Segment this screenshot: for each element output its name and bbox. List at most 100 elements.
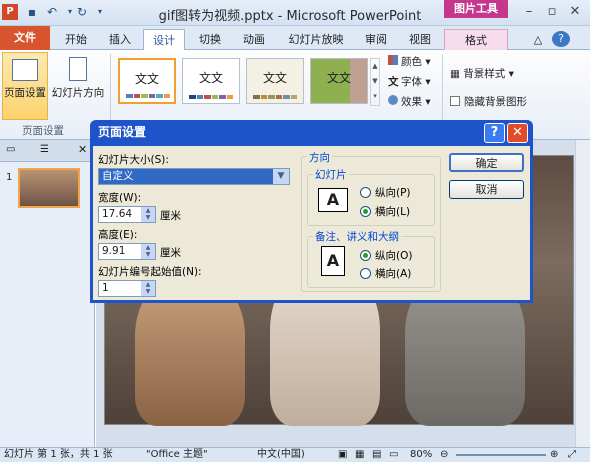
slide-portrait-radio[interactable] xyxy=(360,187,371,198)
zoom-level[interactable]: 80% xyxy=(410,448,432,462)
fit-window-icon[interactable]: ⤢ xyxy=(568,448,576,462)
height-input[interactable]: 9.91 ▲ ▼ xyxy=(98,243,156,260)
start-number-spinner-icon[interactable]: ▲ ▼ xyxy=(141,281,155,296)
tab-slideshow[interactable]: 幻灯片放映 xyxy=(280,29,352,50)
slide-landscape-label: 横向(L) xyxy=(375,206,411,218)
zoom-out-icon[interactable]: ⊖ xyxy=(440,448,448,462)
ribbon-collapse-icon[interactable]: △ xyxy=(530,29,546,50)
theme-label: 文文 xyxy=(198,71,223,85)
sorter-view-icon[interactable]: ▦ xyxy=(355,448,364,462)
landscape-page-icon: A xyxy=(318,188,348,212)
zoom-slider[interactable] xyxy=(456,454,546,456)
hide-background-checkbox[interactable]: 隐藏背景图形 xyxy=(450,94,527,109)
portrait-page-icon: A xyxy=(321,246,345,276)
effects-button[interactable]: 效果 ▾ xyxy=(388,94,431,109)
background-styles-icon: ▦ xyxy=(450,68,464,80)
status-bar: 幻灯片 第 1 张，共 1 张 "Office 主题" 中文(中国) ▣ ▦ ▤… xyxy=(0,447,590,462)
orientation-title: 方向 xyxy=(307,150,332,165)
customize-qat-icon[interactable]: ▾ xyxy=(92,4,108,20)
save-icon[interactable]: ▪ xyxy=(24,4,40,20)
outline-tab-icon[interactable]: ☰ xyxy=(40,144,49,155)
slide-orientation-button[interactable]: 幻灯片方向 xyxy=(50,52,106,120)
picture-tools-context-label: 图片工具 xyxy=(444,0,508,18)
restore-icon[interactable]: ▫ xyxy=(543,3,561,21)
notes-group-title: 备注、讲义和大纲 xyxy=(313,229,401,244)
ribbon-tabs: 文件 开始 插入 设计 切换 动画 幻灯片放映 审阅 视图 格式 △ ? xyxy=(0,26,590,50)
height-value: 9.91 xyxy=(102,245,126,257)
tab-format[interactable]: 格式 xyxy=(444,29,508,50)
theme-office[interactable]: 文文 xyxy=(118,58,176,104)
colors-label: 颜色 xyxy=(401,56,422,68)
tab-insert[interactable]: 插入 xyxy=(100,29,140,50)
ok-button[interactable]: 确定 xyxy=(449,153,524,172)
powerpoint-logo-icon: P xyxy=(2,4,18,20)
colors-button[interactable]: 颜色 ▾ xyxy=(388,54,431,69)
background-styles-label: 背景样式 xyxy=(463,68,506,80)
minimize-icon[interactable]: – xyxy=(520,3,538,21)
slide-group-title: 幻灯片 xyxy=(313,167,349,182)
reading-view-icon[interactable]: ▤ xyxy=(372,448,381,462)
redo-icon[interactable]: ↻ xyxy=(74,4,90,20)
undo-icon[interactable]: ↶ xyxy=(44,4,60,20)
height-spinner-icon[interactable]: ▲ ▼ xyxy=(141,244,155,259)
notes-landscape-label: 横向(A) xyxy=(375,268,412,280)
start-number-input[interactable]: 1 ▲ ▼ xyxy=(98,280,156,297)
window-title: gif图转为视频.pptx - Microsoft PowerPoint xyxy=(158,9,422,24)
slides-tab-icon[interactable]: ▭ xyxy=(6,144,15,155)
dialog-body: 幻灯片大小(S): 自定义 ▼ 宽度(W): 17.64 ▲ ▼ 厘米 高度(E)… xyxy=(93,146,530,300)
tab-design[interactable]: 设计 xyxy=(143,29,185,50)
zoom-in-icon[interactable]: ⊕ xyxy=(550,448,558,462)
language-status: 中文(中国) xyxy=(257,449,305,460)
close-window-icon[interactable]: ✕ xyxy=(566,3,584,21)
tab-view[interactable]: 视图 xyxy=(400,29,440,50)
tab-transitions[interactable]: 切换 xyxy=(190,29,230,50)
theme-label: 文文 xyxy=(134,72,159,86)
fonts-button[interactable]: 文字体 ▾ xyxy=(388,74,431,89)
fonts-icon: 文 xyxy=(388,76,399,88)
tab-file[interactable]: 文件 xyxy=(0,26,50,50)
dialog-help-icon[interactable]: ? xyxy=(484,123,505,143)
dialog-close-icon[interactable]: ✕ xyxy=(507,123,528,143)
effects-label: 效果 xyxy=(401,96,422,108)
checkbox-icon xyxy=(450,96,460,106)
slide-orientation-label: 幻灯片方向 xyxy=(51,87,105,99)
slide-number: 1 xyxy=(6,172,13,183)
cancel-button[interactable]: 取消 xyxy=(449,180,524,199)
height-unit: 厘米 xyxy=(160,247,181,259)
page-setup-icon xyxy=(12,59,38,81)
page-setup-dialog: 页面设置 ? ✕ 幻灯片大小(S): 自定义 ▼ 宽度(W): 17.64 ▲ ▼… xyxy=(90,120,533,303)
tab-review[interactable]: 审阅 xyxy=(356,29,396,50)
theme-4[interactable]: 文文 xyxy=(310,58,368,104)
theme-2[interactable]: 文文 xyxy=(182,58,240,104)
slide-landscape-radio[interactable] xyxy=(360,206,371,217)
theme-label: 文文 xyxy=(262,71,287,85)
notes-portrait-label: 纵向(O) xyxy=(375,250,413,262)
tab-home[interactable]: 开始 xyxy=(56,29,96,50)
theme-label: 文文 xyxy=(326,71,351,85)
theme-3[interactable]: 文文 xyxy=(246,58,304,104)
notes-landscape-radio[interactable] xyxy=(360,268,371,279)
slide-thumbnail[interactable] xyxy=(18,168,80,208)
width-input[interactable]: 17.64 ▲ ▼ xyxy=(98,206,156,223)
chevron-down-icon[interactable]: ▼ xyxy=(273,169,289,184)
start-number-value: 1 xyxy=(102,282,109,294)
tab-animations[interactable]: 动画 xyxy=(234,29,274,50)
height-label: 高度(E): xyxy=(98,229,138,241)
title-bar: P ▪ ↶ ▾ ↻ ▾ gif图转为视频.pptx - Microsoft Po… xyxy=(0,0,590,26)
theme-scroll-icon[interactable]: ▲ ▼ ▾ xyxy=(370,58,380,106)
notes-portrait-radio[interactable] xyxy=(360,250,371,261)
width-value: 17.64 xyxy=(102,208,133,220)
slide-orientation-icon xyxy=(69,57,87,81)
page-setup-button[interactable]: 页面设置 xyxy=(2,52,48,120)
slides-pane: ▭ ☰ ✕ 1 xyxy=(0,140,95,448)
page-setup-label: 页面设置 xyxy=(4,87,46,99)
slide-size-select[interactable]: 自定义 ▼ xyxy=(98,168,290,185)
width-spinner-icon[interactable]: ▲ ▼ xyxy=(141,207,155,222)
normal-view-icon[interactable]: ▣ xyxy=(338,448,347,462)
background-styles-button[interactable]: ▦ 背景样式 ▾ xyxy=(450,66,514,81)
vertical-scrollbar[interactable] xyxy=(575,140,590,448)
group-label-page-setup: 页面设置 xyxy=(22,125,64,137)
close-pane-icon[interactable]: ✕ xyxy=(78,143,87,156)
slideshow-view-icon[interactable]: ▭ xyxy=(389,448,398,462)
help-icon[interactable]: ? xyxy=(552,31,570,47)
